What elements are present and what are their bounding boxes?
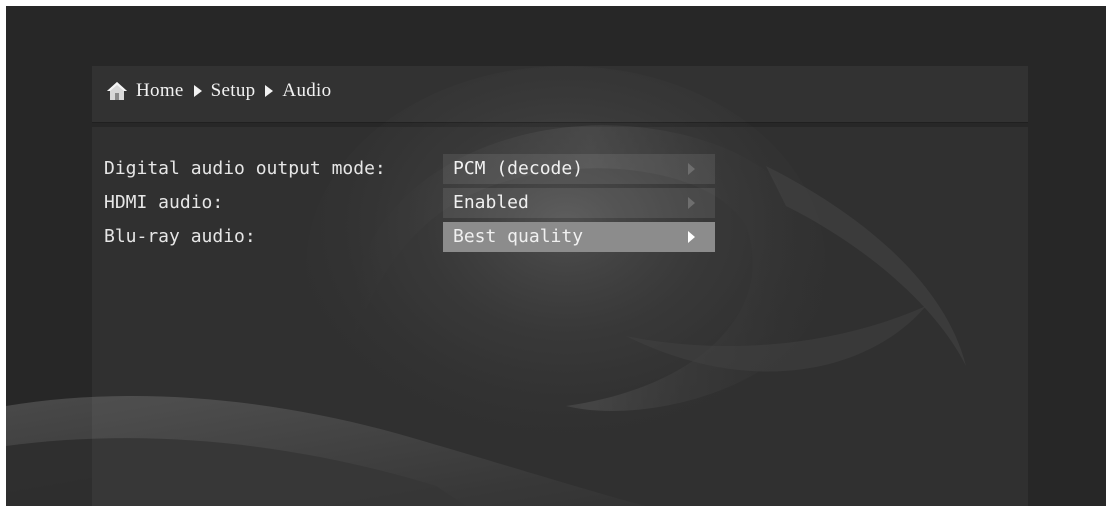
digital-audio-output-selector[interactable]: PCM (decode) [443,154,715,184]
breadcrumb-separator-icon [265,85,274,97]
setting-label-hdmi-audio: HDMI audio: [104,192,224,213]
setting-row-hdmi-audio: HDMI audio: Enabled [104,188,724,222]
setting-label-digital-audio-output: Digital audio output mode: [104,158,386,179]
arrow-right-icon [688,197,695,209]
arrow-right-icon [688,231,695,243]
hdmi-audio-selector[interactable]: Enabled [443,188,715,218]
home-icon[interactable] [106,80,128,102]
arrow-right-icon [688,163,695,175]
digital-audio-output-value: PCM (decode) [453,158,584,179]
setting-row-digital-audio-output: Digital audio output mode: PCM (decode) [104,154,724,188]
breadcrumb-setup[interactable]: Setup [211,80,256,102]
audio-settings-list: Digital audio output mode: PCM (decode) … [104,154,724,256]
setting-row-bluray-audio: Blu-ray audio: Best quality [104,222,724,256]
bluray-audio-value: Best quality [453,226,584,247]
breadcrumb-home[interactable]: Home [136,80,184,102]
breadcrumb-audio: Audio [282,80,332,101]
setting-label-bluray-audio: Blu-ray audio: [104,226,256,247]
hdmi-audio-value: Enabled [453,192,529,213]
bluray-audio-selector[interactable]: Best quality [443,222,715,252]
breadcrumb: Home Setup Audio [106,78,331,104]
breadcrumb-separator-icon [193,85,202,97]
